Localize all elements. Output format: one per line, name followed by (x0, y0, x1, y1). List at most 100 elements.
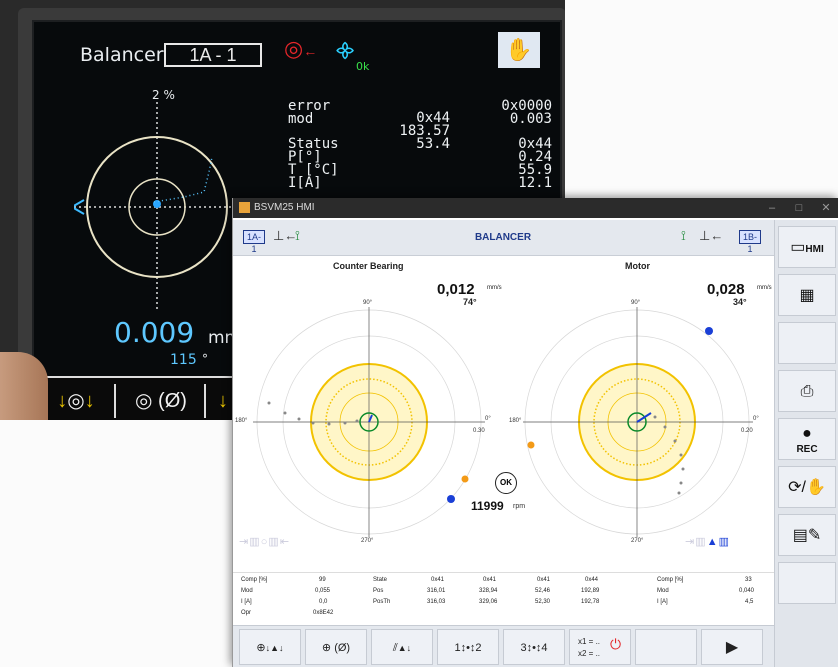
window-title: BSVM25 HMI (254, 202, 315, 213)
orange-marker (461, 475, 469, 483)
empty-button[interactable] (635, 629, 697, 665)
hmi-button[interactable]: ▭HMI (778, 226, 836, 268)
axis-right: 0° (485, 416, 491, 422)
reset-x-button[interactable]: x1 = .. x2 = .. ⏻ (569, 629, 631, 665)
minimize-button[interactable]: – (759, 198, 785, 218)
plane-12-button[interactable]: 1↕•↕2 (437, 629, 499, 665)
table-value: 4,5 (745, 599, 754, 605)
printer-icon: ⎙ (800, 383, 814, 400)
hand-icon: ⟳/✋ (788, 479, 826, 496)
devices-icon: ▦ (799, 287, 815, 304)
axis-right: 0° (753, 416, 759, 422)
table-label: Mod (241, 588, 253, 594)
screenshot-stage: Balancer 1A - 1 ◎← ᯽ 0k ✋ 2 % error mod … (0, 0, 838, 667)
table-value: 52,46 (535, 588, 551, 594)
orange-marker (527, 441, 535, 449)
axis-bottom: 270° (361, 538, 374, 544)
table-value: 0x8E42 (313, 610, 334, 616)
tilt-button[interactable]: ⫽▲↓ (371, 629, 433, 665)
device-btn-measure[interactable]: ◎ (Ø) (118, 384, 206, 418)
table-value: 0x41 (537, 577, 551, 583)
axis-top: 90° (631, 300, 641, 306)
blank-button[interactable] (778, 322, 836, 364)
machine-chip-right[interactable]: 1B-1 (739, 230, 761, 254)
device-machine-box: 1A - 1 (164, 43, 262, 67)
header-row: 1A-1 ⊥← ⟟ BALANCER ⟟ ⊥← 1B-1 (233, 220, 774, 256)
device-amplitude: 0.009 (114, 316, 195, 349)
table-value: 329,06 (479, 599, 498, 605)
maximize-button[interactable]: □ (786, 198, 812, 218)
bearing-icon-right: ⇥ ▥ ▲ ▥ (685, 536, 729, 548)
close-button[interactable]: ✕ (813, 198, 838, 218)
play-button[interactable]: ▶ (701, 629, 763, 665)
table-label: Comp [%] (657, 577, 684, 583)
right-sidebar: ▭HMI ▦ ⎙ ● REC ⟳/✋ ▤✎ (774, 220, 838, 667)
reset-x1-label: x1 = .. (578, 637, 601, 646)
device-readout-labels: error mod Status P[°] T [°C] I[A] (288, 99, 339, 191)
table-label: Opr (241, 610, 252, 616)
readout-label: I[A] (288, 175, 322, 191)
table-label: I [A] (657, 599, 668, 605)
table-label: Comp [%] (241, 577, 268, 583)
axis-bottom: 270° (631, 538, 644, 544)
trend-point (677, 491, 681, 495)
trend-point (679, 453, 683, 457)
table-label: Pos (373, 588, 384, 594)
record-button[interactable]: ● REC (778, 418, 836, 460)
monitor-icon: ▭ (790, 239, 806, 256)
device-readout-col2: 0x0000 0.003 0x44 0.24 55.9 12.1 (474, 99, 552, 191)
trend-point (653, 415, 657, 419)
device-scale-label: 2 % (152, 88, 175, 102)
table-value: 99 (319, 577, 326, 583)
finger-in-photo (0, 352, 48, 420)
plane-34-button[interactable]: 3↕•↕4 (503, 629, 565, 665)
blue-marker (447, 495, 455, 503)
device-ok-badge: 0k (356, 60, 370, 73)
trend-point (343, 421, 347, 425)
axis-top: 90° (363, 300, 373, 306)
device-angle-unit: ° (202, 352, 208, 366)
reset-x2-label: x2 = .. (578, 649, 601, 658)
plots-area: Counter Bearing Motor 0,012 mm/s 74° 0,0… (233, 257, 774, 572)
trend-point (355, 419, 359, 423)
bearing-icon-left: ⇥ ▥ ○ ▥ ⇤ (239, 536, 289, 548)
blank-button-2[interactable] (778, 562, 836, 604)
device-hand-icon[interactable]: ✋ (498, 32, 540, 68)
device-btn-balance[interactable]: ↓◎↓ (38, 384, 116, 418)
print-button[interactable]: ⎙ (778, 370, 836, 412)
measure-button[interactable]: ⊕ (Ø) (305, 629, 367, 665)
table-label: State (373, 577, 388, 583)
table-value: 33 (745, 577, 752, 583)
signal-right-icon: ⟟ (681, 228, 686, 243)
machine-chip-left[interactable]: 1A-1 (243, 230, 265, 254)
device-balance-icon: ◎← (284, 36, 318, 61)
wrench-icon: ▤✎ (792, 527, 822, 544)
table-value: 0x41 (431, 577, 445, 583)
table-value: 0,040 (739, 588, 755, 594)
manual-mode-button[interactable]: ⟳/✋ (778, 466, 836, 508)
table-value: 316,03 (427, 599, 446, 605)
trend-point (311, 421, 315, 425)
trend-point (267, 401, 271, 405)
axis-scale: 0.30 (473, 428, 485, 434)
devices-button[interactable]: ▦ (778, 274, 836, 316)
device-sensor-icon: ᯽ (334, 40, 357, 62)
header-title: BALANCER (474, 232, 532, 243)
device-title: Balancer (80, 44, 164, 66)
readout-value: 0.003 (509, 111, 552, 127)
rpm-value: 11999 (471, 499, 504, 513)
table-value: 316,01 (427, 588, 446, 594)
table-value: 192,78 (581, 599, 600, 605)
rpm-unit: rpm (513, 503, 526, 510)
readout-value: 53.4 (416, 136, 450, 152)
blue-marker (705, 327, 713, 335)
table-value: 0,055 (315, 588, 331, 594)
readout-value: 12.1 (518, 175, 552, 191)
axis-left: 180° (509, 418, 522, 424)
axis-scale: 0.20 (741, 428, 753, 434)
axis-left: 180° (235, 418, 248, 424)
balance-weight-button[interactable]: ⊕↓▲↓ (239, 629, 301, 665)
table-label: PosTh (373, 599, 391, 605)
settings-button[interactable]: ▤✎ (778, 514, 836, 556)
hmi-label: HMI (805, 244, 824, 255)
